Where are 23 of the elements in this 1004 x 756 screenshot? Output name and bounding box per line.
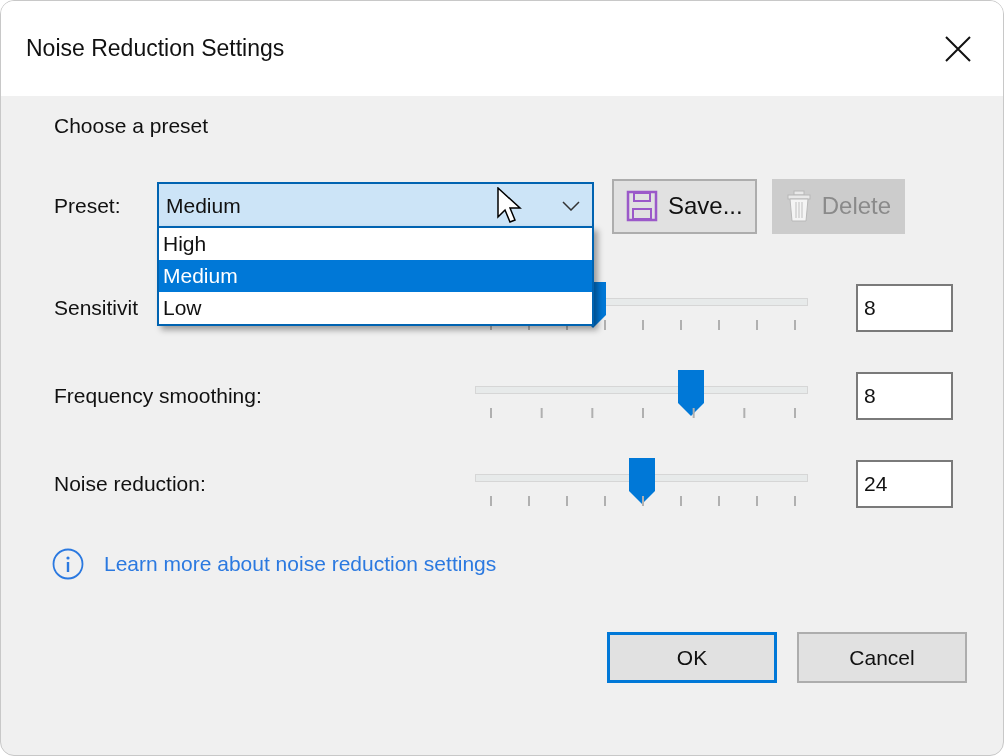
close-icon: [945, 35, 971, 62]
cancel-button[interactable]: Cancel: [797, 632, 967, 683]
info-icon: [52, 548, 84, 580]
window-title: Noise Reduction Settings: [26, 35, 285, 62]
dropdown-option[interactable]: Medium: [159, 260, 592, 292]
mouse-pointer-icon: [497, 187, 523, 225]
slider-thumb[interactable]: [629, 458, 655, 504]
slider-label: Sensitivit: [54, 296, 139, 320]
chevron-down-icon: [562, 201, 580, 211]
ok-button[interactable]: OK: [607, 632, 777, 683]
slider-label: Frequency smoothing:: [54, 384, 262, 408]
help-link[interactable]: Learn more about noise reduction settings: [104, 552, 497, 576]
dropdown-option[interactable]: Low: [159, 292, 592, 324]
trash-can-icon: [785, 190, 812, 222]
field-label: Preset:: [54, 194, 122, 218]
value-field[interactable]: 8: [856, 372, 953, 420]
save-button[interactable]: Save...: [612, 178, 757, 234]
section-heading: Choose a preset: [54, 114, 209, 138]
dropdown-option[interactable]: High: [159, 228, 592, 260]
slider-thumb[interactable]: [677, 370, 704, 416]
slider-label: Noise reduction:: [54, 472, 206, 496]
value-field[interactable]: 8: [856, 284, 953, 332]
value-field[interactable]: 24: [856, 460, 953, 508]
